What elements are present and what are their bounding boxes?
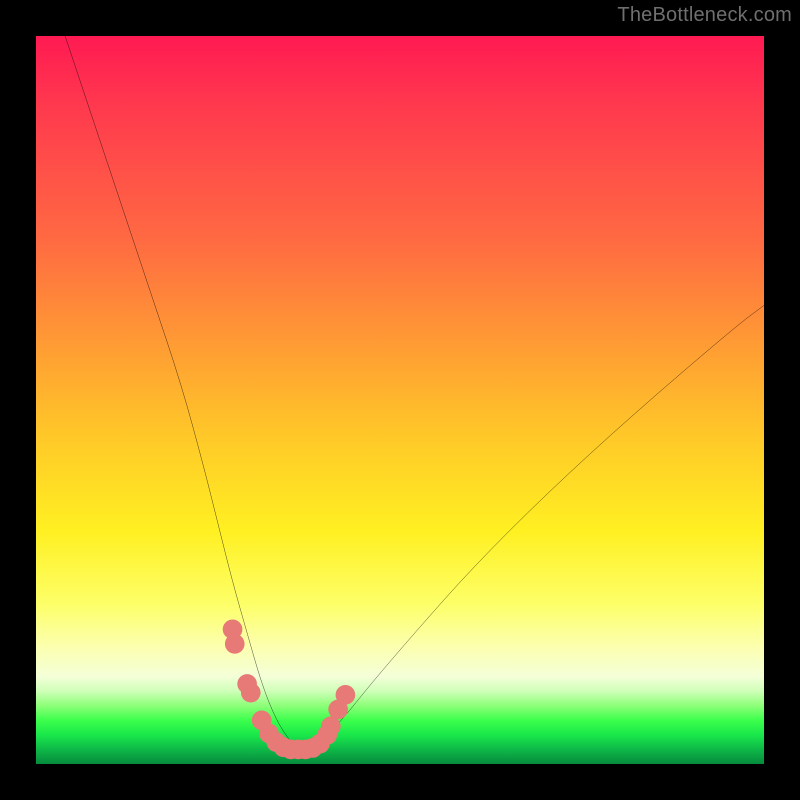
gpu-point [336, 685, 356, 705]
gpu-points-group [223, 619, 355, 759]
gpu-point [241, 683, 261, 703]
chart-frame: TheBottleneck.com [0, 0, 800, 800]
plot-area [36, 36, 764, 764]
gpu-point [321, 716, 341, 736]
chart-svg [36, 36, 764, 764]
gpu-point [225, 634, 245, 654]
bottleneck-curve [65, 36, 764, 749]
watermark-text: TheBottleneck.com [617, 4, 792, 27]
